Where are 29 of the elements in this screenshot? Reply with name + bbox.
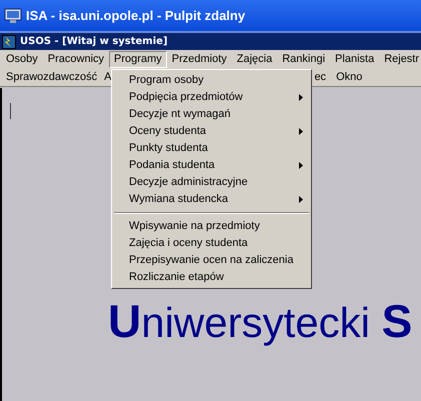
menu-item[interactable]: Podania studenta	[112, 157, 311, 174]
menu-item[interactable]: Programy	[109, 50, 167, 68]
menu-item[interactable]: Planista	[330, 50, 380, 68]
menu-item[interactable]: Punkty studenta	[112, 140, 311, 157]
monitor-icon	[4, 8, 22, 24]
text-cursor	[10, 103, 11, 119]
menu-item[interactable]: Przedmioty	[166, 50, 232, 68]
menu-item[interactable]: Oceny studenta	[112, 123, 311, 140]
menu-item[interactable]: Program osoby	[112, 72, 311, 89]
menu-item[interactable]: Osoby	[1, 50, 43, 68]
menu-item[interactable]: Decyzje nt wymagań	[112, 106, 311, 123]
menu-item[interactable]: Podpięcia przedmiotów	[112, 89, 311, 106]
menu-item[interactable]: Wymiana studencka	[112, 191, 311, 208]
menu-item[interactable]: Rozliczanie etapów	[112, 269, 311, 286]
menu-item[interactable]: Sprawozdawczość	[1, 68, 102, 86]
menu-item[interactable]: ec	[309, 68, 332, 86]
window-title: USOS - [Witaj w systemie]	[20, 36, 168, 46]
menu-item[interactable]: Zajęcia i oceny studenta	[112, 235, 311, 252]
window-title: ISA - isa.uni.opole.pl - Pulpit zdalny	[26, 9, 246, 22]
menu-item[interactable]: Rankingi	[277, 50, 330, 68]
app-icon	[2, 34, 16, 48]
menu-item[interactable]: Okno	[331, 68, 368, 86]
menu-item[interactable]: Przepisywanie ocen na zaliczenia	[112, 252, 311, 269]
menu-item[interactable]: Pracownicy	[42, 50, 110, 68]
menu-item[interactable]: Rejestr	[379, 50, 421, 68]
heading: Uniwersytecki S	[108, 298, 412, 344]
menu-item[interactable]: Wpisywanie na przedmioty	[112, 218, 311, 235]
menu-item[interactable]: Zajęcia	[232, 50, 278, 68]
menu-item[interactable]: Decyzje administracyjne	[112, 174, 311, 191]
